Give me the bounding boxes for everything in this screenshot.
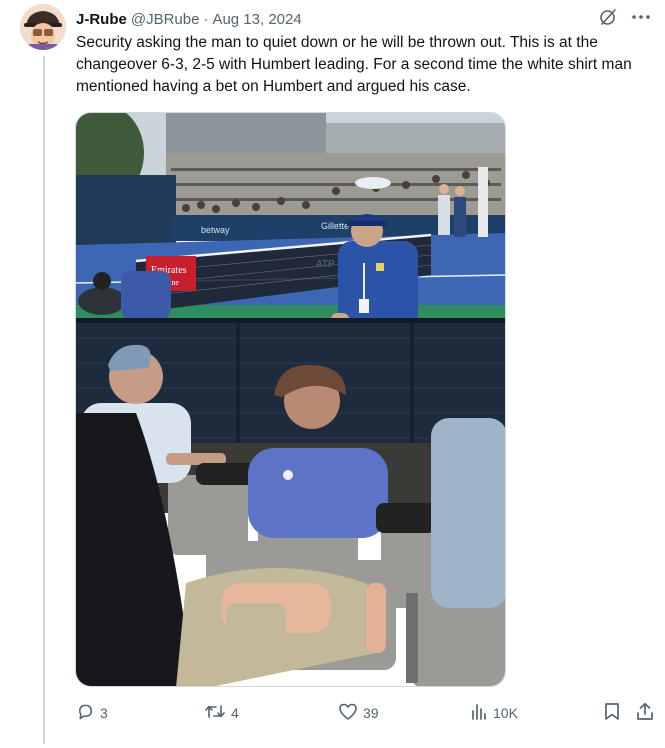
tweet-text: Security asking the man to quiet down or… <box>76 34 632 95</box>
repost-icon <box>204 702 226 724</box>
tweet-date[interactable]: Aug 13, 2024 <box>212 11 301 28</box>
more-icon[interactable] <box>631 14 651 20</box>
header-actions <box>599 8 651 26</box>
views-count: 10K <box>493 705 518 721</box>
avatar-image <box>20 4 66 50</box>
views-button[interactable]: 10K <box>470 700 518 726</box>
like-button[interactable]: 39 <box>338 700 379 726</box>
bookmark-icon <box>604 702 620 724</box>
net-logo: ATP <box>316 259 335 270</box>
reply-icon <box>76 702 95 724</box>
user-handle[interactable]: @JBRube <box>131 11 200 28</box>
board-gillette: Gillette <box>321 221 349 231</box>
photo-scene: betway Gillette ATP Emirates irline <box>76 113 505 686</box>
separator: · <box>203 10 209 28</box>
reply-count: 3 <box>100 705 108 721</box>
share-button[interactable] <box>636 700 654 726</box>
thread-line <box>43 56 45 744</box>
tweet-header: J-Rube @JBRube · Aug 13, 2024 <box>76 8 651 30</box>
action-bar: 3 4 39 10K <box>76 700 656 726</box>
bookmark-button[interactable] <box>604 700 620 726</box>
display-name[interactable]: J-Rube <box>76 11 127 28</box>
views-icon <box>470 703 488 724</box>
heart-icon <box>338 702 358 724</box>
reply-button[interactable]: 3 <box>76 700 108 726</box>
board-betway: betway <box>201 225 230 235</box>
repost-count: 4 <box>231 705 239 721</box>
repost-button[interactable]: 4 <box>204 700 239 726</box>
grok-icon[interactable] <box>599 8 617 26</box>
tweet-photo[interactable]: betway Gillette ATP Emirates irline <box>75 112 506 687</box>
like-count: 39 <box>363 705 379 721</box>
avatar[interactable] <box>20 4 66 50</box>
share-icon <box>636 702 654 724</box>
